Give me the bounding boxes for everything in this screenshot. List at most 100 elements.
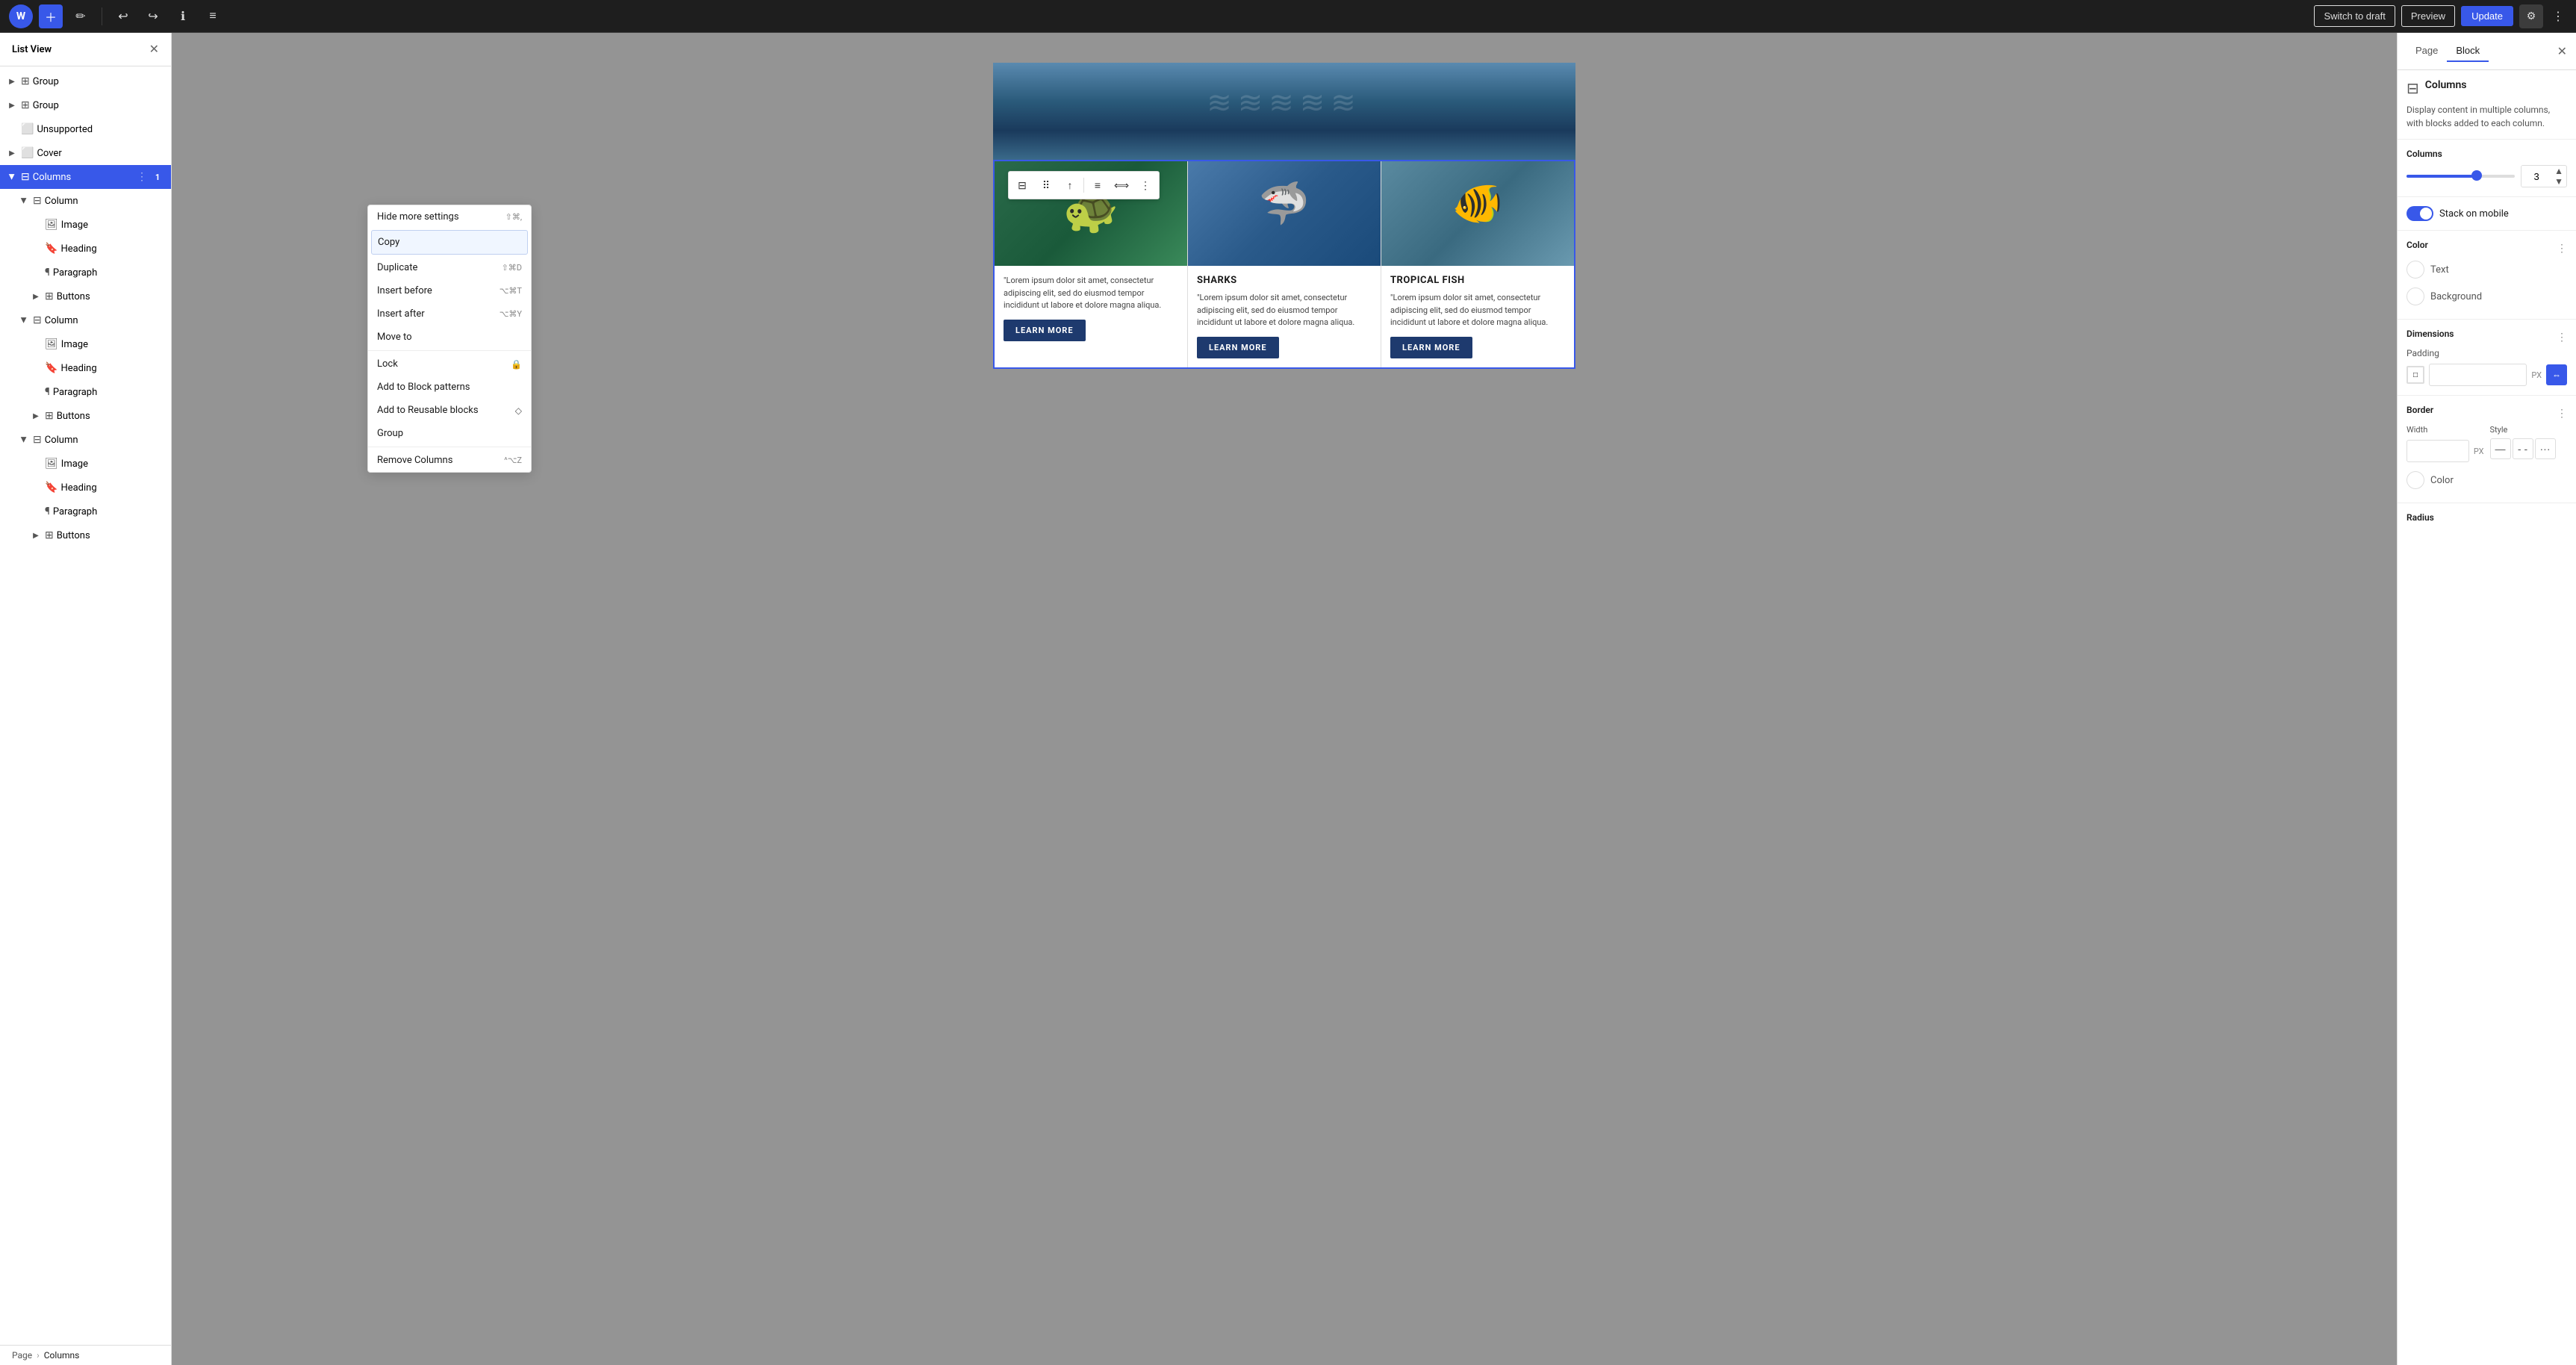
- dimensions-more-button[interactable]: ⋮: [2557, 331, 2567, 343]
- sidebar-item-buttons2[interactable]: ▶ ⊞ Buttons: [0, 404, 171, 428]
- column-2: SHARKS "Lorem ipsum dolor sit amet, cons…: [1188, 161, 1381, 367]
- buttons-icon: ⊞: [45, 410, 54, 422]
- context-menu-copy[interactable]: Copy: [371, 230, 528, 255]
- more-options-button[interactable]: ⋮: [2549, 4, 2567, 28]
- column-3-learn-more-button[interactable]: LEARN MORE: [1390, 337, 1472, 358]
- context-menu-insert-after[interactable]: Insert after ⌥⌘Y: [368, 302, 531, 326]
- text-color-row[interactable]: Text: [2407, 256, 2567, 283]
- undo-button[interactable]: ↩: [111, 4, 135, 28]
- sidebar-item-cover[interactable]: ▶ ⬜ Cover: [0, 141, 171, 165]
- column-3-image: [1381, 161, 1574, 266]
- sidebar-item-column2[interactable]: ▶ ⊟ Column: [0, 308, 171, 332]
- background-color-circle[interactable]: [2407, 287, 2424, 305]
- sidebar-item-heading1[interactable]: ▶ 🔖 Heading: [0, 237, 171, 261]
- width-button[interactable]: ⟺: [1110, 173, 1133, 197]
- text-color-circle[interactable]: [2407, 261, 2424, 279]
- border-color-row[interactable]: Color: [2407, 467, 2567, 494]
- settings-button[interactable]: ⚙: [2519, 4, 2543, 28]
- slider-thumb[interactable]: [2471, 170, 2482, 181]
- info-button[interactable]: ℹ: [171, 4, 195, 28]
- increment-button[interactable]: ▲: [2551, 166, 2566, 176]
- tab-block[interactable]: Block: [2447, 40, 2489, 62]
- sidebar-item-column1[interactable]: ▶ ⊟ Column: [0, 189, 171, 213]
- list-view-button[interactable]: ≡: [201, 4, 225, 28]
- sidebar-item-heading3[interactable]: ▶ 🔖 Heading: [0, 476, 171, 500]
- background-color-label: Background: [2430, 291, 2482, 302]
- context-menu-insert-before[interactable]: Insert before ⌥⌘T: [368, 279, 531, 302]
- column-2-learn-more-button[interactable]: LEARN MORE: [1197, 337, 1279, 358]
- sidebar-item-unsupported[interactable]: ▶ ⬜ Unsupported: [0, 117, 171, 141]
- padding-link-button[interactable]: ⇔: [2546, 364, 2567, 385]
- border-color-circle[interactable]: [2407, 471, 2424, 489]
- chevron-icon: ▶: [30, 410, 42, 422]
- more-options-toolbar-button[interactable]: ⋮: [1133, 173, 1157, 197]
- decrement-button[interactable]: ▼: [2551, 176, 2566, 187]
- sidebar-item-paragraph3[interactable]: ▶ ¶ Paragraph: [0, 500, 171, 523]
- padding-row: □ PX ⇔: [2407, 364, 2567, 386]
- border-label-row: Border ⋮: [2407, 405, 2567, 421]
- border-dashed-button[interactable]: - -: [2513, 438, 2533, 459]
- sidebar-item-heading2[interactable]: ▶ 🔖 Heading: [0, 356, 171, 380]
- sidebar-item-image3[interactable]: ▶ 🖼 Image: [0, 452, 171, 476]
- breadcrumb-page[interactable]: Page: [12, 1350, 32, 1361]
- switch-draft-button[interactable]: Switch to draft: [2314, 5, 2395, 27]
- context-menu-add-block-patterns[interactable]: Add to Block patterns: [368, 376, 531, 399]
- border-dotted-button[interactable]: ···: [2535, 438, 2556, 459]
- padding-input[interactable]: [2429, 364, 2527, 386]
- border-color-label: Color: [2430, 475, 2454, 486]
- context-menu-remove-columns[interactable]: Remove Columns ^⌥Z: [368, 449, 531, 472]
- sidebar-item-buttons3[interactable]: ▶ ⊞ Buttons: [0, 523, 171, 547]
- move-up-button[interactable]: ↑: [1058, 173, 1082, 197]
- border-px-label: PX: [2474, 447, 2484, 456]
- sidebar-item-group1[interactable]: ▶ ⊞ Group: [0, 69, 171, 93]
- stack-mobile-toggle[interactable]: [2407, 206, 2433, 221]
- drag-handle-button[interactable]: ⠿: [1034, 173, 1058, 197]
- padding-label: Padding: [2407, 348, 2439, 358]
- update-button[interactable]: Update: [2461, 6, 2513, 26]
- add-block-button[interactable]: ＋: [39, 4, 63, 28]
- sidebar-item-buttons1[interactable]: ▶ ⊞ Buttons: [0, 284, 171, 308]
- context-menu-duplicate[interactable]: Duplicate ⇧⌘D: [368, 256, 531, 279]
- border-more-button[interactable]: ⋮: [2557, 407, 2567, 420]
- align-button[interactable]: ≡: [1086, 173, 1110, 197]
- padding-box-icon: □: [2407, 366, 2424, 384]
- column-2-image: [1188, 161, 1381, 266]
- context-menu-hide-settings[interactable]: Hide more settings ⇧⌘,: [368, 205, 531, 228]
- columns-dots[interactable]: ⋮: [137, 171, 147, 183]
- context-menu-add-reusable[interactable]: Add to Reusable blocks ◇: [368, 399, 531, 422]
- background-color-row[interactable]: Background: [2407, 283, 2567, 310]
- stack-mobile-section: Stack on mobile: [2398, 197, 2576, 231]
- chevron-icon: ▶: [18, 314, 30, 326]
- context-menu-group[interactable]: Group: [368, 422, 531, 445]
- column-icon: ⊟: [33, 434, 42, 446]
- column-1-text: "Lorem ipsum dolor sit amet, consectetur…: [1004, 275, 1178, 312]
- toolbar-divider: [1083, 178, 1084, 193]
- sidebar-item-columns[interactable]: ▶ ⊟ Columns ⋮ 1: [0, 165, 171, 189]
- breadcrumb-columns[interactable]: Columns: [44, 1350, 80, 1361]
- context-menu-move-to[interactable]: Move to: [368, 326, 531, 349]
- border-width-input[interactable]: [2407, 440, 2469, 462]
- sidebar-item-paragraph1[interactable]: ▶ ¶ Paragraph: [0, 261, 171, 284]
- columns-slider-track[interactable]: [2407, 175, 2515, 178]
- columns-value-input[interactable]: [2521, 166, 2551, 187]
- color-more-button[interactable]: ⋮: [2557, 242, 2567, 255]
- border-solid-button[interactable]: —: [2490, 438, 2511, 459]
- padding-subsection: Padding □ PX ⇔: [2407, 348, 2567, 386]
- preview-button[interactable]: Preview: [2401, 5, 2455, 27]
- context-menu-lock[interactable]: Lock 🔒: [368, 352, 531, 376]
- edit-button[interactable]: ✏: [69, 4, 93, 28]
- column-1-learn-more-button[interactable]: LEARN MORE: [1004, 320, 1086, 341]
- tab-page[interactable]: Page: [2407, 40, 2447, 62]
- group-icon: ⊞: [21, 75, 30, 87]
- sidebar-item-paragraph2[interactable]: ▶ ¶ Paragraph: [0, 380, 171, 404]
- chevron-icon: ▶: [6, 75, 18, 87]
- buttons-icon: ⊞: [45, 529, 54, 541]
- sidebar-item-image2[interactable]: ▶ 🖼 Image: [0, 332, 171, 356]
- redo-button[interactable]: ↪: [141, 4, 165, 28]
- sidebar-close-button[interactable]: ✕: [149, 42, 159, 57]
- sidebar-item-column3[interactable]: ▶ ⊟ Column: [0, 428, 171, 452]
- sidebar-item-image1[interactable]: ▶ 🖼 Image: [0, 213, 171, 237]
- columns-layout-button[interactable]: ⊟: [1010, 173, 1034, 197]
- sidebar-item-group2[interactable]: ▶ ⊞ Group: [0, 93, 171, 117]
- right-panel-close-button[interactable]: ✕: [2557, 44, 2567, 59]
